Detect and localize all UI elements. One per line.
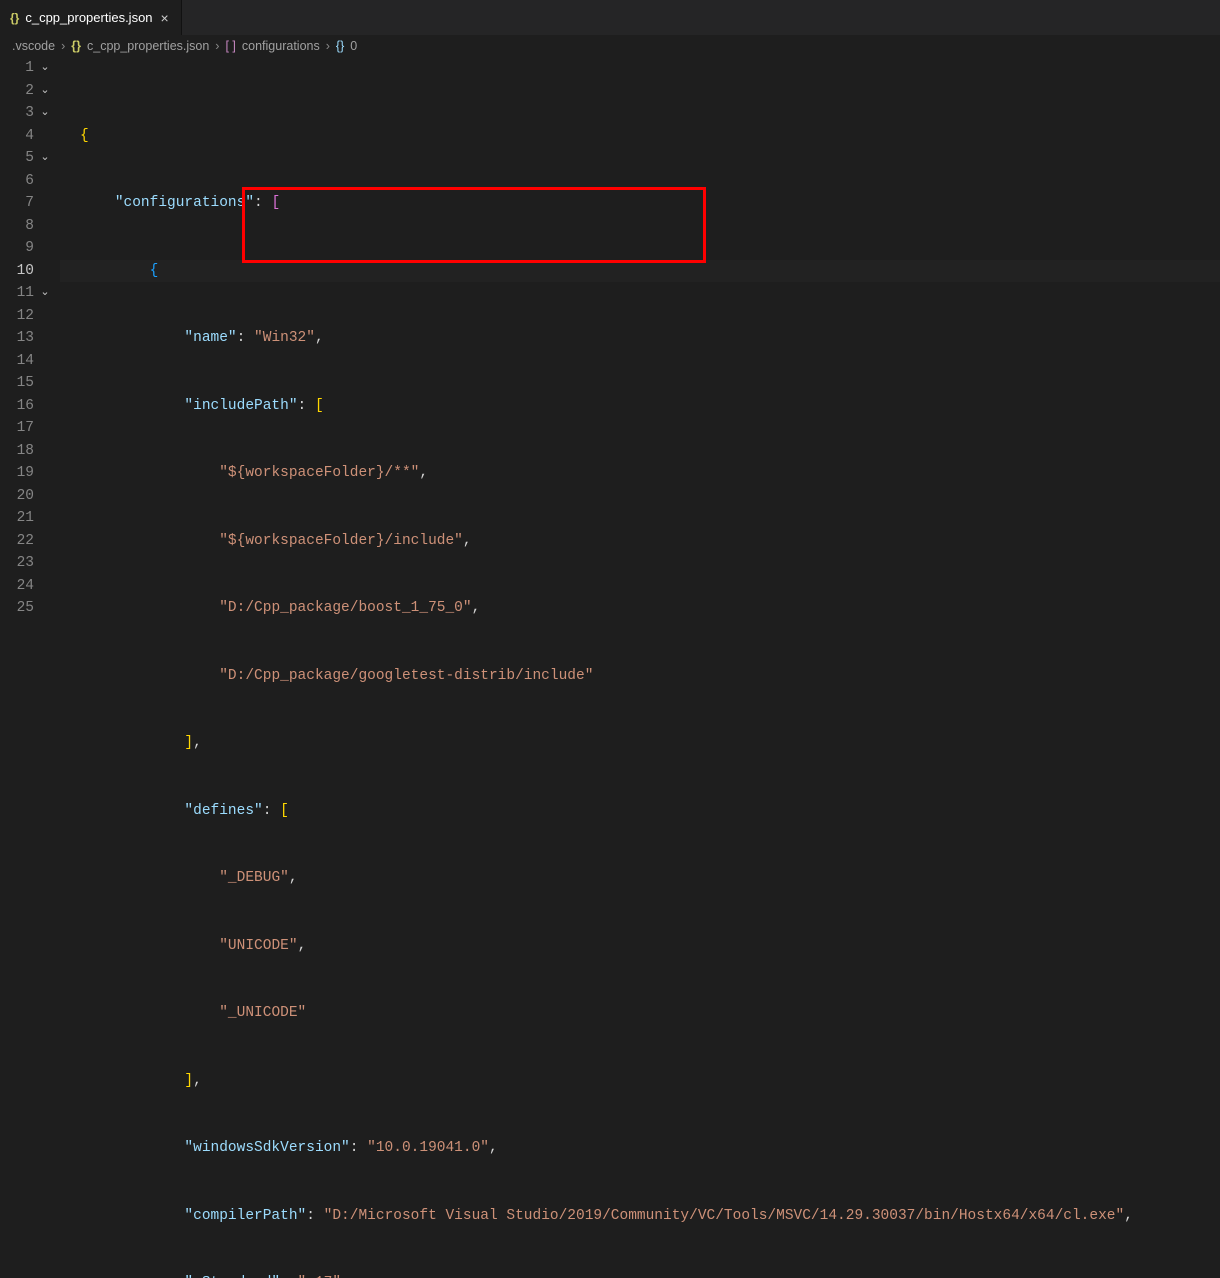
code-line[interactable]: ], xyxy=(80,732,1220,755)
fold-icon[interactable]: ⌄ xyxy=(38,80,52,103)
line-number: 4 xyxy=(0,125,34,148)
fold-icon[interactable]: ⌄ xyxy=(38,282,52,305)
code-line[interactable]: "windowsSdkVersion": "10.0.19041.0", xyxy=(80,1137,1220,1160)
line-number: 17 xyxy=(0,417,34,440)
line-number: 16 xyxy=(0,395,34,418)
line-number: 3⌄ xyxy=(0,102,34,125)
breadcrumb-key-configurations[interactable]: configurations xyxy=(242,39,320,53)
chevron-right-icon: › xyxy=(61,39,65,53)
line-number: 23 xyxy=(0,552,34,575)
fold-icon[interactable]: ⌄ xyxy=(38,147,52,170)
object-icon: {} xyxy=(336,39,344,53)
code-line[interactable]: "_UNICODE" xyxy=(80,1002,1220,1025)
line-number-gutter: 1⌄ 2⌄ 3⌄ 4 5⌄ 6 7 8 9 10 11⌄ 12 13 14 15… xyxy=(0,57,60,1278)
line-number: 9 xyxy=(0,237,34,260)
tab-bar: {} c_cpp_properties.json × xyxy=(0,0,1220,35)
fold-icon[interactable]: ⌄ xyxy=(38,102,52,125)
tab-label: c_cpp_properties.json xyxy=(25,10,152,25)
breadcrumb-index-0[interactable]: 0 xyxy=(350,39,357,53)
line-number: 14 xyxy=(0,350,34,373)
chevron-right-icon: › xyxy=(326,39,330,53)
json-icon: {} xyxy=(71,39,81,53)
code-line[interactable]: "configurations": [ xyxy=(80,192,1220,215)
tab-c-cpp-properties[interactable]: {} c_cpp_properties.json × xyxy=(0,0,182,35)
code-line[interactable]: "name": "Win32", xyxy=(80,327,1220,350)
line-number: 8 xyxy=(0,215,34,238)
line-number: 1⌄ xyxy=(0,57,34,80)
line-number: 21 xyxy=(0,507,34,530)
fold-icon[interactable]: ⌄ xyxy=(38,57,52,80)
code-line[interactable]: "UNICODE", xyxy=(80,935,1220,958)
json-icon: {} xyxy=(10,11,19,25)
line-number: 18 xyxy=(0,440,34,463)
code-line[interactable]: "compilerPath": "D:/Microsoft Visual Stu… xyxy=(80,1205,1220,1228)
code-editor[interactable]: 1⌄ 2⌄ 3⌄ 4 5⌄ 6 7 8 9 10 11⌄ 12 13 14 15… xyxy=(0,57,1220,1278)
line-number: 13 xyxy=(0,327,34,350)
line-number: 15 xyxy=(0,372,34,395)
code-line[interactable]: "${workspaceFolder}/include", xyxy=(80,530,1220,553)
array-icon: [ ] xyxy=(225,39,235,53)
line-number: 22 xyxy=(0,530,34,553)
close-icon[interactable]: × xyxy=(159,10,171,26)
line-number: 20 xyxy=(0,485,34,508)
line-number: 12 xyxy=(0,305,34,328)
code-line[interactable]: "_DEBUG", xyxy=(80,867,1220,890)
chevron-right-icon: › xyxy=(215,39,219,53)
code-line[interactable]: "D:/Cpp_package/boost_1_75_0", xyxy=(80,597,1220,620)
code-line[interactable]: "includePath": [ xyxy=(80,395,1220,418)
line-number: 25 xyxy=(0,597,34,620)
line-number: 5⌄ xyxy=(0,147,34,170)
line-number: 7 xyxy=(0,192,34,215)
line-number: 11⌄ xyxy=(0,282,34,305)
code-area[interactable]: { "configurations": [ { "name": "Win32",… xyxy=(60,57,1220,1278)
line-number: 2⌄ xyxy=(0,80,34,103)
line-number: 6 xyxy=(0,170,34,193)
code-line[interactable]: "${workspaceFolder}/**", xyxy=(80,462,1220,485)
code-line[interactable]: "D:/Cpp_package/googletest-distrib/inclu… xyxy=(80,665,1220,688)
breadcrumb[interactable]: .vscode › {} c_cpp_properties.json › [ ]… xyxy=(0,35,1220,57)
code-line[interactable]: ], xyxy=(80,1070,1220,1093)
breadcrumb-file[interactable]: c_cpp_properties.json xyxy=(87,39,209,53)
breadcrumb-folder[interactable]: .vscode xyxy=(12,39,55,53)
code-line[interactable]: "cStandard": "c17", xyxy=(80,1272,1220,1278)
line-number: 19 xyxy=(0,462,34,485)
code-line[interactable]: "defines": [ xyxy=(80,800,1220,823)
line-number: 24 xyxy=(0,575,34,598)
line-number: 10 xyxy=(0,260,34,283)
code-line[interactable]: { xyxy=(80,125,1220,148)
current-line-highlight xyxy=(60,260,1220,283)
